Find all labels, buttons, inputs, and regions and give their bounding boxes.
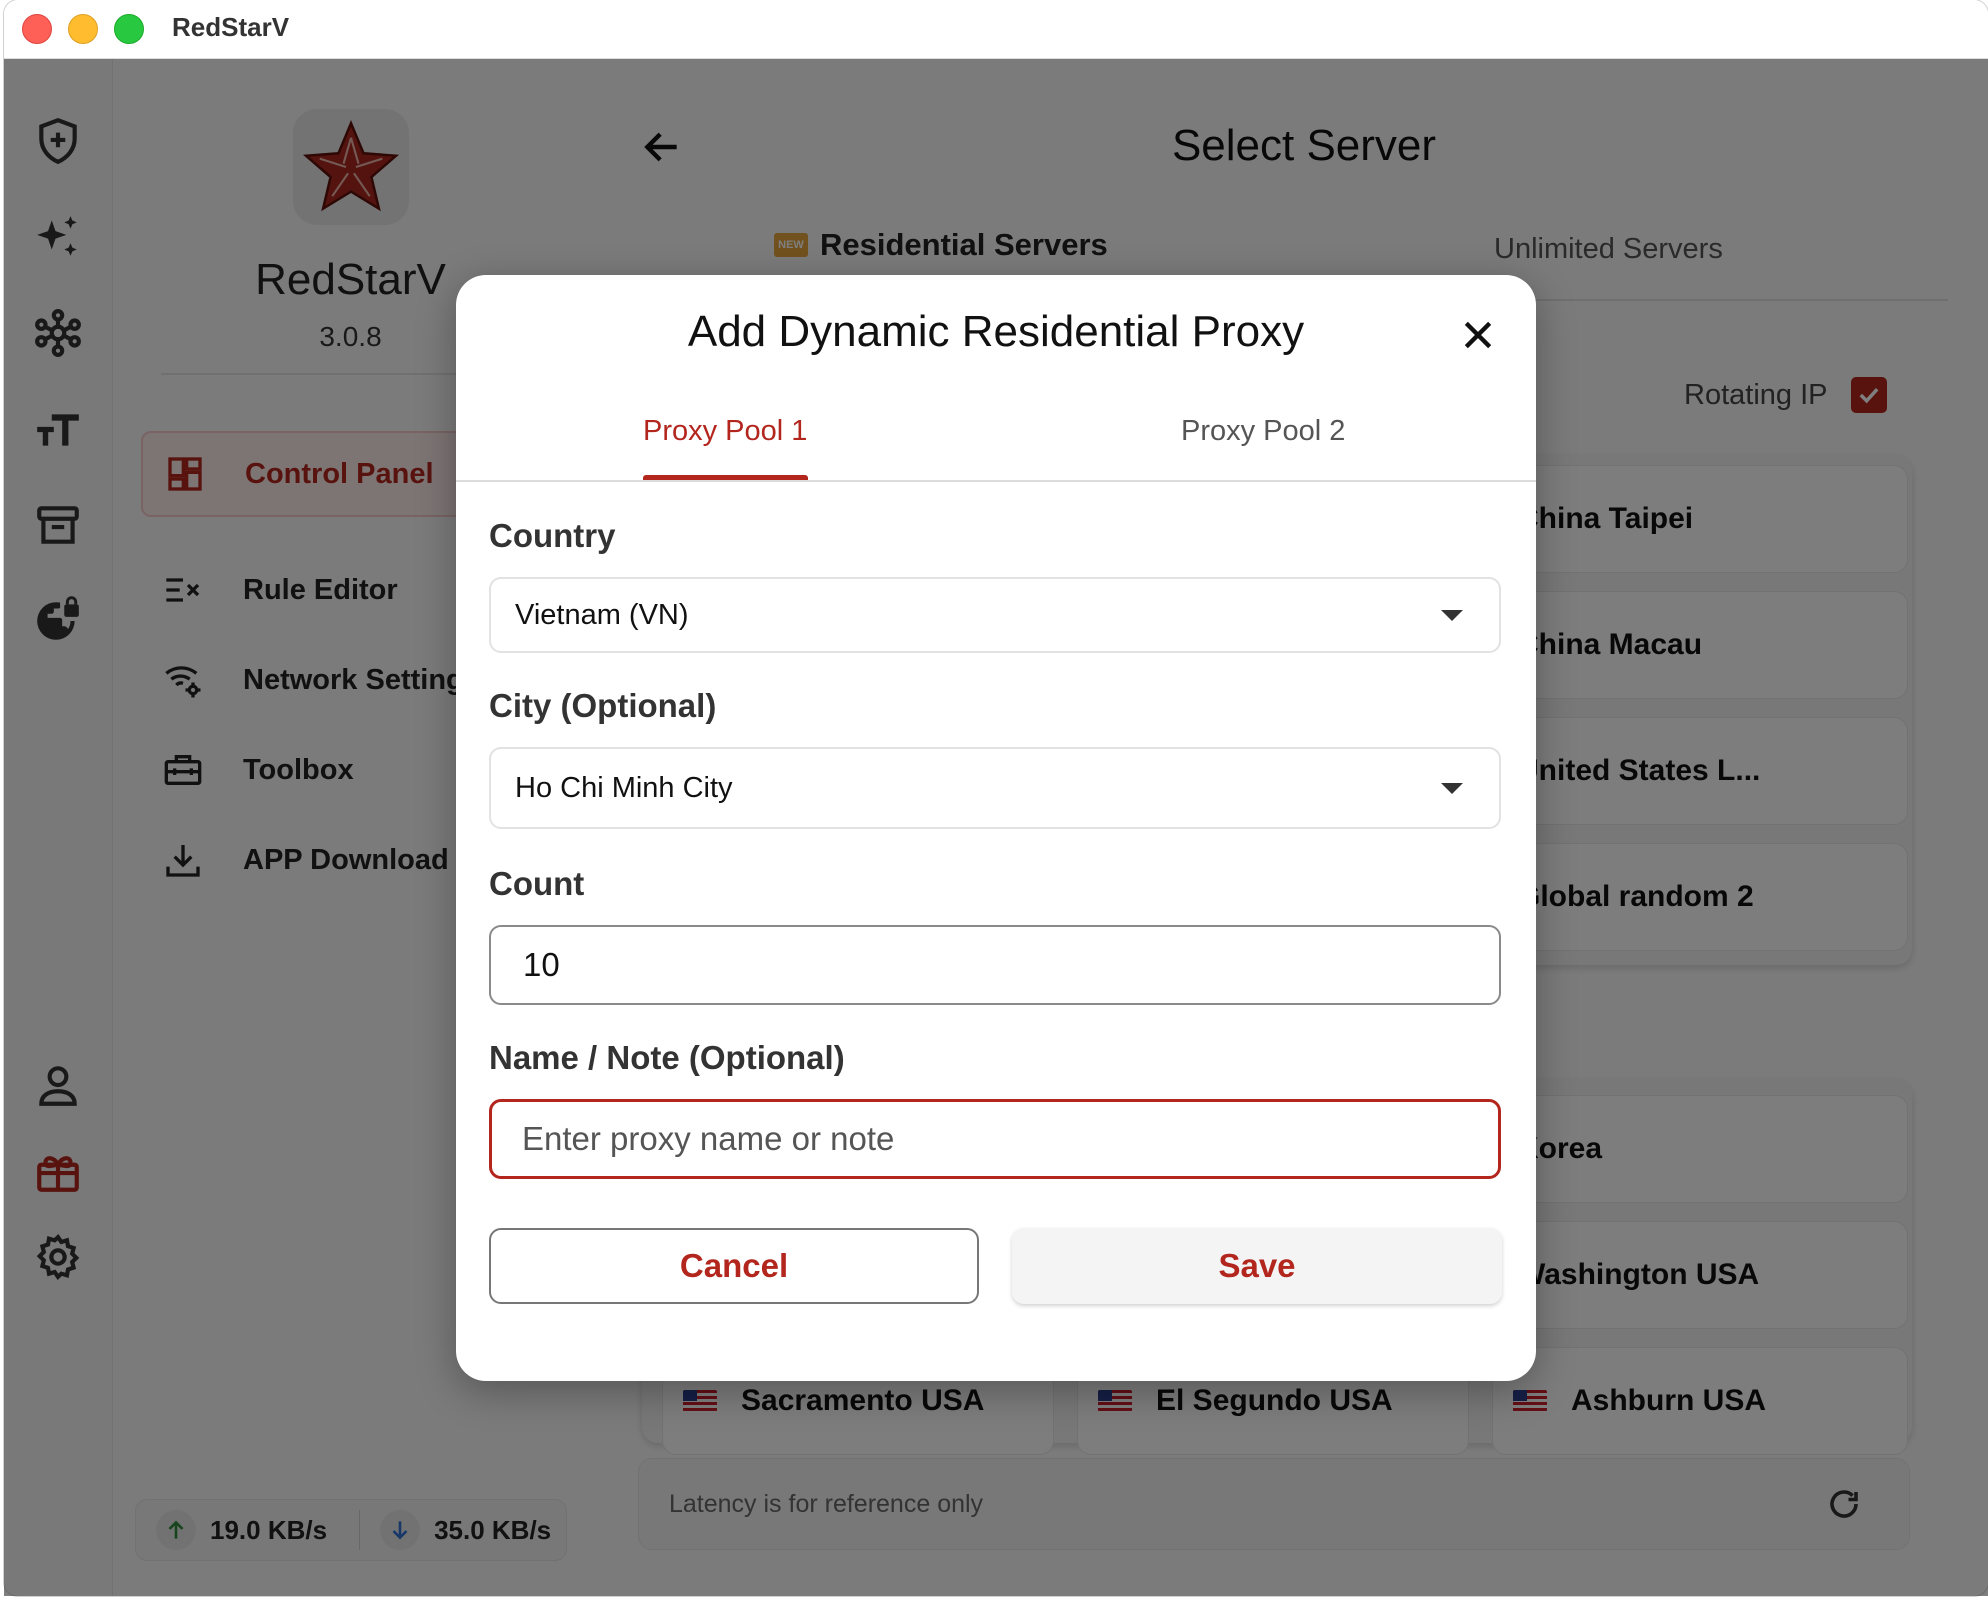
dialog-tab-divider: [456, 480, 1536, 482]
chevron-down-icon: [1441, 609, 1463, 621]
chevron-down-icon: [1441, 782, 1463, 794]
country-value: Vietnam (VN): [515, 598, 689, 631]
city-value: Ho Chi Minh City: [515, 771, 733, 804]
city-select[interactable]: Ho Chi Minh City: [489, 747, 1501, 829]
close-icon[interactable]: [1448, 305, 1508, 365]
save-button[interactable]: Save: [1012, 1228, 1502, 1304]
count-field[interactable]: [489, 925, 1501, 1005]
zoom-window-button[interactable]: [114, 14, 144, 44]
count-label: Count: [489, 865, 585, 902]
name-note-label: Name / Note (Optional): [489, 1039, 845, 1076]
country-label: Country: [489, 517, 616, 554]
add-proxy-dialog: Add Dynamic Residential Proxy Proxy Pool…: [456, 275, 1536, 1381]
country-select[interactable]: Vietnam (VN): [489, 577, 1501, 653]
cancel-button[interactable]: Cancel: [489, 1228, 979, 1304]
count-input[interactable]: [521, 945, 1465, 985]
city-label: City (Optional): [489, 687, 717, 724]
window-title: RedStarV: [172, 12, 290, 42]
name-note-input[interactable]: [520, 1119, 1464, 1159]
close-window-button[interactable]: [22, 14, 52, 44]
title-bar: RedStarV: [4, 0, 1988, 59]
name-note-field[interactable]: [489, 1099, 1501, 1179]
minimize-window-button[interactable]: [68, 14, 98, 44]
tab-proxy-pool-1[interactable]: Proxy Pool 1: [643, 415, 807, 448]
tab-proxy-pool-2[interactable]: Proxy Pool 2: [1181, 415, 1345, 448]
dialog-title: Add Dynamic Residential Proxy: [687, 307, 1305, 356]
